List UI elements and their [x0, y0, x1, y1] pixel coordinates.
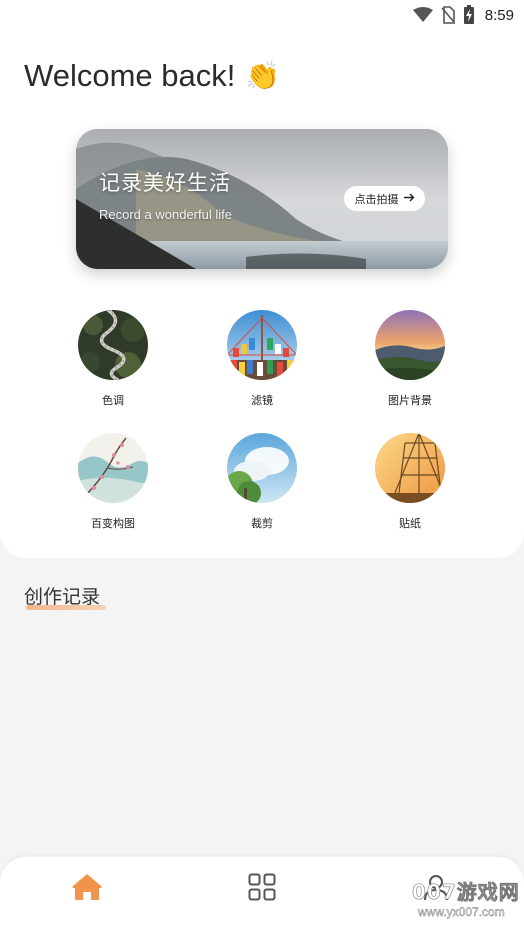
user-icon [422, 873, 450, 905]
top-card: Welcome back! 👏 记录美好生活 Record a wonderfu… [0, 30, 524, 558]
welcome-heading: Welcome back! 👏 [24, 58, 280, 94]
sky-tree-thumbnail [227, 433, 297, 503]
clapping-hands-icon: 👏 [245, 60, 281, 91]
banner-title: 记录美好生活 [99, 171, 231, 195]
bottom-nav [0, 857, 524, 931]
arrow-right-icon [403, 193, 415, 205]
feature-filter[interactable]: 滤镜 [207, 310, 317, 408]
feature-label: 滤镜 [251, 394, 273, 407]
feature-label: 百变构图 [91, 517, 135, 530]
feature-crop[interactable]: 裁剪 [207, 433, 317, 531]
shoot-button[interactable]: 点击拍摄 [344, 186, 425, 211]
feature-label: 图片背景 [388, 394, 432, 407]
feature-image-background[interactable]: 图片背景 [355, 310, 465, 408]
winding-road-thumbnail [78, 310, 148, 380]
home-icon [72, 873, 102, 905]
wifi-icon [412, 7, 433, 23]
greeting-text: Welcome back! [24, 58, 236, 93]
no-sim-icon [441, 6, 455, 24]
sunset-hills-thumbnail [375, 310, 445, 380]
banner-subtitle: Record a wonderful life [99, 207, 232, 222]
grid-icon [248, 873, 276, 905]
records-title: 创作记录 [24, 586, 101, 608]
feature-stickers[interactable]: 贴纸 [355, 433, 465, 531]
blossom-painting-thumbnail [78, 433, 148, 503]
shoot-button-label: 点击拍摄 [354, 193, 399, 206]
battery-charging-icon [463, 5, 475, 25]
feature-label: 贴纸 [399, 517, 421, 530]
prayer-flags-thumbnail [227, 310, 297, 380]
feature-label: 裁剪 [251, 517, 273, 530]
nav-grid[interactable] [242, 869, 282, 909]
status-time: 8:59 [484, 6, 514, 24]
records-heading: 创作记录 [24, 582, 106, 610]
feature-label: 色调 [102, 394, 124, 407]
app-screen: 8:59 Welcome back! 👏 记录美好生活 Record a won… [0, 0, 524, 931]
nav-home[interactable] [67, 869, 107, 909]
banner-card[interactable]: 记录美好生活 Record a wonderful life 点击拍摄 [76, 129, 448, 269]
golden-ship-thumbnail [375, 433, 445, 503]
feature-tone[interactable]: 色调 [58, 310, 168, 408]
feature-composition[interactable]: 百变构图 [58, 433, 168, 531]
nav-profile[interactable] [416, 869, 456, 909]
status-bar: 8:59 [0, 0, 524, 30]
